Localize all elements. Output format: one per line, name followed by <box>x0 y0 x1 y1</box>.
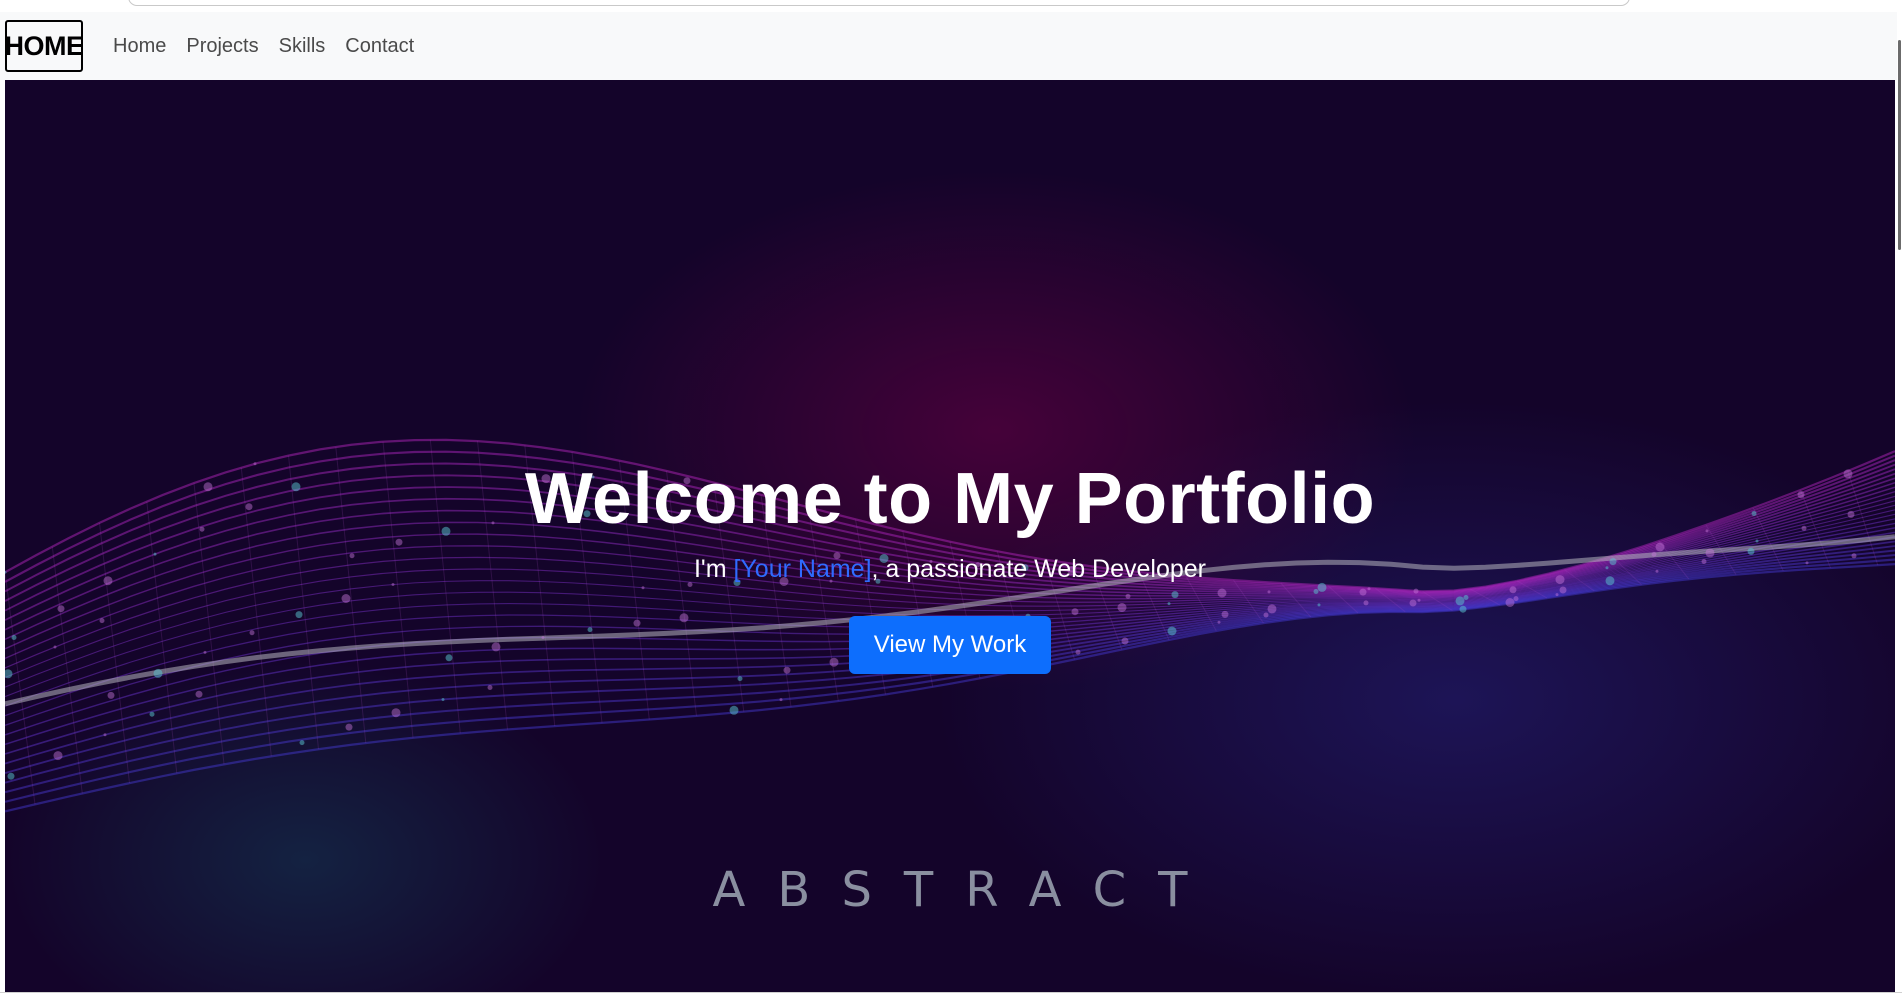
wave-dot <box>195 690 203 698</box>
wave-dot <box>107 691 115 699</box>
browser-top-strip <box>0 0 1902 12</box>
subtitle-prefix: I'm <box>693 555 734 584</box>
navbar-brand[interactable]: HOME <box>5 20 84 72</box>
wave-dot <box>391 708 401 718</box>
scrollbar[interactable] <box>1897 12 1902 992</box>
wave-dot <box>737 676 743 682</box>
wave-dot <box>441 698 445 701</box>
wave-dot <box>7 772 15 780</box>
nav-link-home[interactable]: Home <box>103 35 176 58</box>
subtitle-name: [Your Name] <box>733 555 872 584</box>
nav-link-projects[interactable]: Projects <box>176 35 268 58</box>
page: HOME Home Projects Skills Contact Welcom… <box>0 0 1902 998</box>
subtitle-suffix: , a passionate Web Developer <box>871 555 1206 584</box>
nav-link-skills[interactable]: Skills <box>269 35 336 58</box>
wave-dot <box>103 733 107 737</box>
wave-dot <box>299 740 305 746</box>
nav-links: Home Projects Skills Contact <box>103 35 424 58</box>
abstract-background-text: ABSTRACT <box>712 862 1220 918</box>
window-bottom-edge <box>0 992 1902 998</box>
view-my-work-button[interactable]: View My Work <box>848 616 1052 675</box>
wave-dot <box>487 685 493 690</box>
address-bar-edge <box>128 0 1630 6</box>
hero-title: Welcome to My Portfolio <box>524 459 1376 539</box>
hero-section: Welcome to My Portfolio I'm [Your Name],… <box>5 80 1895 992</box>
scrollbar-thumb[interactable] <box>1898 40 1901 250</box>
navbar: HOME Home Projects Skills Contact <box>0 12 1898 80</box>
hero-subtitle: I'm [Your Name], a passionate Web Develo… <box>5 555 1895 584</box>
nav-link-contact[interactable]: Contact <box>335 35 424 58</box>
wave-dot <box>345 723 353 731</box>
wave-dot <box>53 751 63 761</box>
hero-content: Welcome to My Portfolio I'm [Your Name],… <box>5 459 1895 675</box>
wave-dot <box>779 698 783 702</box>
wave-dot <box>149 711 155 717</box>
wave-dot <box>729 705 739 715</box>
